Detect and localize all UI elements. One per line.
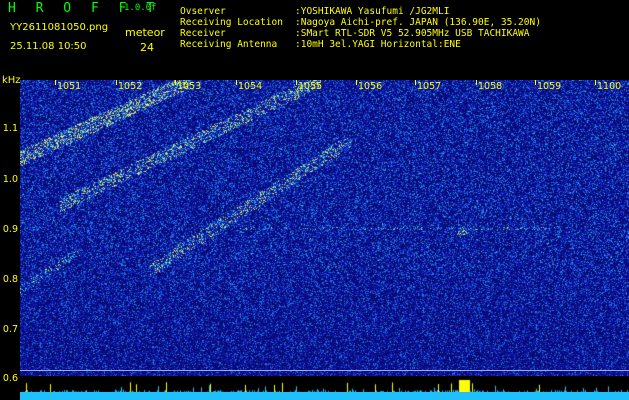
x-tickmark [175,80,176,85]
info-row-observer: Ovserver :YOSHIKAWA Yasufumi /JG2MLI [180,6,541,17]
x-tickmark [595,80,596,85]
x-tickmark [356,80,357,85]
x-tick-label: 1056 [358,81,383,92]
mode-label: meteor [125,26,165,39]
info-value: :SMart RTL-SDR V5 52.905MHz USB TACHIKAW… [295,28,530,39]
file-name: YY2611081050.png [10,22,109,33]
app-version: 1.0.0f [124,3,157,13]
x-tickmark [116,80,117,85]
info-value: :Nagoya Aichi-pref. JAPAN (136.90E, 35.2… [295,17,541,28]
meteor-count: 24 [140,41,154,54]
y-tick-label: 1.1 [2,123,18,134]
info-row-location: Receiving Location :Nagoya Aichi-pref. J… [180,17,541,28]
info-row-antenna: Receiving Antenna :10mH 3el.YAGI Horizon… [180,39,541,50]
x-tick-label: 1057 [417,81,442,92]
x-tick-label: 1052 [118,81,143,92]
info-key: Ovserver [180,6,226,17]
x-tick-label: 1055 [298,81,323,92]
x-tick-label: 1051 [57,81,82,92]
waterfall-plot [20,80,629,376]
reference-line [20,370,629,371]
x-tickmark [236,80,237,85]
waterfall-canvas [20,80,629,376]
y-tick-label: 0.8 [2,274,18,285]
info-key: Receiver [180,28,226,39]
x-tick-label: 1100 [597,81,622,92]
x-tickmark [535,80,536,85]
info-row-receiver: Receiver :SMart RTL-SDR V5 52.905MHz USB… [180,28,541,39]
x-tickmark [476,80,477,85]
y-tick-label: 1.0 [2,174,18,185]
info-key: Receiving Location [180,17,283,28]
signal-baseline [20,392,629,400]
timestamp: 25.11.08 10:50 [10,41,87,52]
y-tick-label: 0.7 [2,324,18,335]
info-key: Receiving Antenna [180,39,278,50]
y-axis-unit: kHz [2,75,21,86]
info-value: :10mH 3el.YAGI Horizontal:ENE [295,39,461,50]
info-value: :YOSHIKAWA Yasufumi /JG2MLI [295,6,450,17]
x-tickmark [55,80,56,85]
y-tick-label: 0.6 [2,373,18,384]
header: H R O F F T 1.0.0f YY2611081050.png 25.1… [0,0,629,80]
x-tickmark [296,80,297,85]
station-info: Ovserver :YOSHIKAWA Yasufumi /JG2MLI Rec… [180,6,541,50]
y-tick-label: 0.9 [2,224,18,235]
x-tick-label: 1059 [537,81,562,92]
x-tickmark [415,80,416,85]
x-tick-label: 1058 [478,81,503,92]
x-tick-label: 1053 [177,81,202,92]
x-tick-label: 1054 [238,81,263,92]
